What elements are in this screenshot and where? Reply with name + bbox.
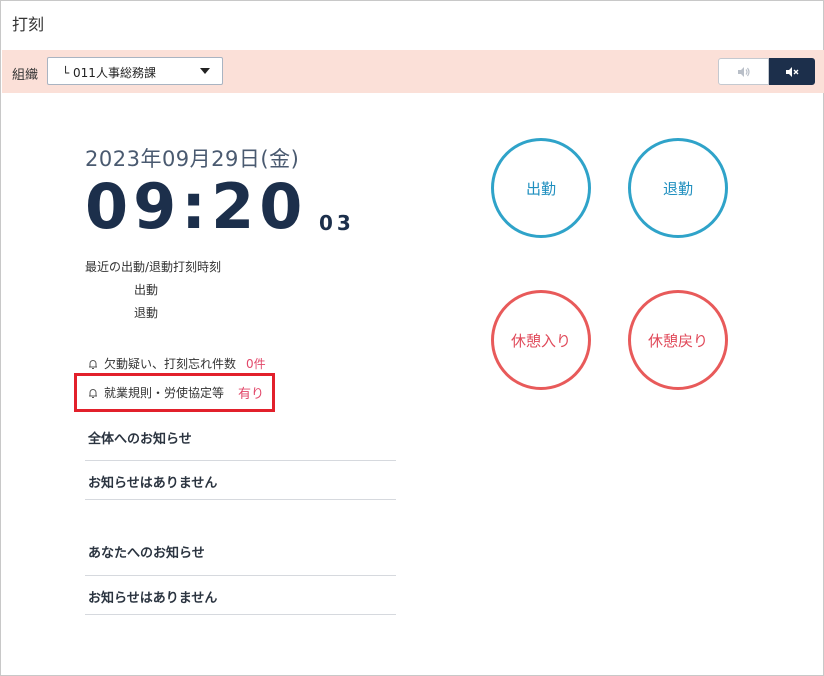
org-bar: 組織 └ 011人事総務課 <box>2 50 824 93</box>
bell-icon <box>89 388 97 398</box>
alert-missing-punch-count[interactable]: 0件 <box>246 355 266 372</box>
recent-punch-title: 最近の出動/退動打刻時刻 <box>85 260 222 274</box>
org-select[interactable]: └ 011人事総務課 <box>47 57 223 85</box>
alert-work-rules[interactable]: 就業規則・労使協定等 有り <box>87 383 264 402</box>
current-time: 09:20 <box>85 170 308 243</box>
recent-out-label: 退動 <box>134 306 159 320</box>
sound-on-button[interactable] <box>718 58 769 85</box>
recent-in-label: 出動 <box>134 283 159 297</box>
break-start-button[interactable]: 休憩入り <box>491 290 591 390</box>
alert-missing-punch[interactable]: 欠動疑い、打刻忘れ件数 0件 <box>87 355 266 372</box>
notice-all-body: お知らせはありません <box>88 476 218 491</box>
break-end-label: 休憩戻り <box>647 331 708 350</box>
sound-mute-button[interactable] <box>769 58 815 85</box>
notice-you-body: お知らせはありません <box>88 591 218 606</box>
break-start-label: 休憩入り <box>510 331 571 350</box>
alert-work-rules-label: 就業規則・労使協定等 <box>104 386 225 400</box>
divider <box>85 614 396 615</box>
alert-missing-punch-label: 欠動疑い、打刻忘れ件数 <box>104 357 237 371</box>
bell-icon <box>89 359 97 369</box>
volume-on-icon <box>737 66 750 77</box>
alert-work-rules-status[interactable]: 有り <box>238 383 264 402</box>
divider <box>85 460 396 461</box>
current-seconds: 03 <box>319 211 355 235</box>
volume-mute-icon <box>786 66 799 77</box>
notice-you-title: あなたへのお知らせ <box>88 546 205 561</box>
clock-out-label: 退勤 <box>662 179 693 198</box>
clock-out-button[interactable]: 退勤 <box>628 138 728 238</box>
notice-all-title: 全体へのお知らせ <box>88 432 192 447</box>
divider <box>85 499 396 500</box>
clock-in-button[interactable]: 出勤 <box>491 138 591 238</box>
break-end-button[interactable]: 休憩戻り <box>628 290 728 390</box>
divider <box>85 575 396 576</box>
clock-in-label: 出勤 <box>525 179 556 198</box>
chevron-down-icon <box>200 68 210 74</box>
page-title: 打刻 <box>12 15 45 34</box>
org-label: 組織 <box>12 68 39 83</box>
org-select-value: └ 011人事総務課 <box>62 66 156 80</box>
app-frame: 打刻 組織 └ 011人事総務課 2023年09月29日(金) 09:20 03… <box>0 0 824 676</box>
